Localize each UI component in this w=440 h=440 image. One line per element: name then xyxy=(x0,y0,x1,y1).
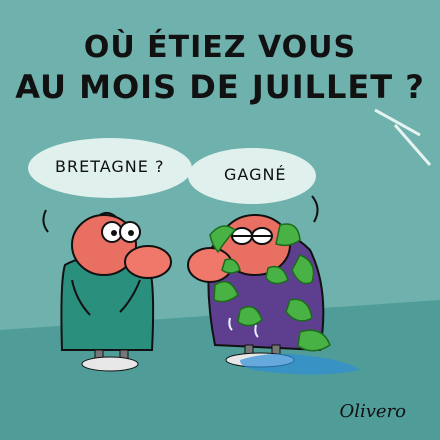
water-puddle xyxy=(240,353,360,375)
right-character xyxy=(187,214,360,375)
cartoon-scene: OÙ ÉTIEZ VOUS AU MOIS DE JUILLET ? BRETA… xyxy=(0,0,440,440)
artist-signature: Olivero xyxy=(339,401,406,422)
